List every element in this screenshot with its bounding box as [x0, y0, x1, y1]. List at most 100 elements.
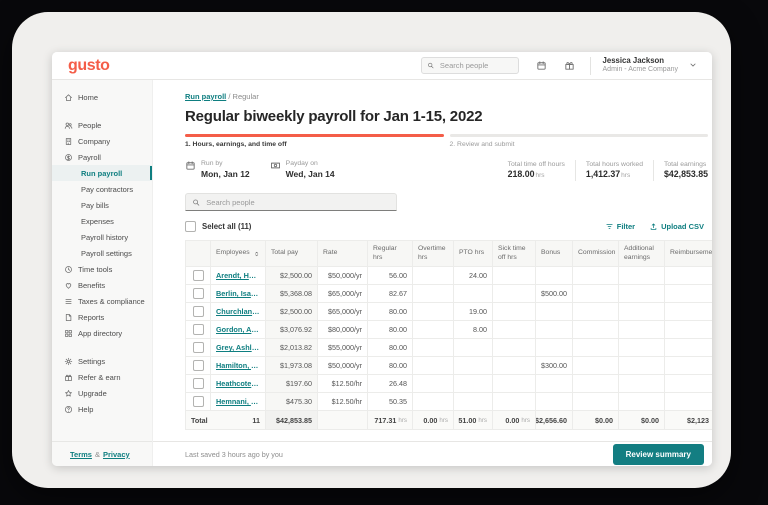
- sidebar-item-people[interactable]: People: [52, 117, 152, 133]
- cell: [665, 357, 712, 376]
- column-header-employees[interactable]: Employees: [211, 241, 266, 268]
- chevron-down-icon: [688, 60, 698, 70]
- table-row: Gordon, Albert $3,076.92$80,000/yr80.00 8.…: [186, 321, 712, 340]
- cell: [413, 285, 454, 304]
- row-checkbox[interactable]: [192, 306, 204, 318]
- select-all-checkbox[interactable]: [185, 221, 196, 233]
- employee-link[interactable]: Heathcote, Gio...: [216, 379, 260, 388]
- cell: [536, 267, 573, 286]
- sidebar-item-refer-earn[interactable]: Refer & earn: [52, 369, 152, 385]
- terms-link[interactable]: Terms: [70, 450, 92, 459]
- upgrade-icon: [64, 389, 73, 398]
- cell: [536, 375, 573, 394]
- employee-link[interactable]: Hamilton, Alex...: [216, 361, 260, 370]
- gift-icon: [564, 60, 575, 71]
- total-cell: 51.00 hrs: [454, 411, 493, 431]
- cell: $55,000/yr: [318, 339, 368, 358]
- total-label: Total: [191, 415, 208, 425]
- row-checkbox[interactable]: [192, 396, 204, 408]
- breadcrumb-run-payroll-link[interactable]: Run payroll: [185, 92, 226, 101]
- cell: [665, 393, 712, 412]
- sidebar-item-expenses[interactable]: Expenses: [52, 213, 152, 229]
- privacy-link[interactable]: Privacy: [103, 450, 130, 459]
- cell: 80.00: [368, 339, 413, 358]
- topbar-search[interactable]: [420, 57, 519, 74]
- cell: [413, 375, 454, 394]
- employee-link[interactable]: Arendt, Hannah: [216, 271, 260, 280]
- employee-link[interactable]: Hemnani, Romil: [216, 397, 260, 406]
- step-1-bar: [185, 134, 444, 137]
- employee-link[interactable]: Berlin, Isaiah: [216, 289, 260, 298]
- cell: $300.00: [536, 357, 573, 376]
- sidebar-item-help[interactable]: Help: [52, 401, 152, 417]
- cell: $3,076.92: [266, 321, 318, 340]
- cell: $197.60: [266, 375, 318, 394]
- table-search[interactable]: [185, 193, 397, 212]
- sidebar-item-label: Expenses: [81, 216, 114, 226]
- total-cell: $2,656.60: [536, 411, 573, 431]
- employee-link[interactable]: Gordon, Albert: [216, 325, 260, 334]
- total-unit: hrs: [439, 416, 448, 424]
- upload-icon: [649, 222, 658, 231]
- table-search-input[interactable]: [204, 196, 390, 208]
- total-value: $0.00: [641, 415, 659, 425]
- row-checkbox[interactable]: [192, 342, 204, 354]
- row-checkbox[interactable]: [192, 270, 204, 282]
- row-checkbox[interactable]: [192, 360, 204, 372]
- user-role: Admin - Acme Company: [602, 65, 678, 73]
- sidebar-item-taxes-compliance[interactable]: Taxes & compliance: [52, 293, 152, 309]
- sidebar-item-pay-contractors[interactable]: Pay contractors: [52, 181, 152, 197]
- sidebar-item-reports[interactable]: Reports: [52, 309, 152, 325]
- topbar-search-input[interactable]: [437, 60, 513, 71]
- sidebar-item-label: Payroll: [78, 152, 101, 162]
- cell: 8.00: [454, 321, 493, 340]
- user-menu[interactable]: Jessica Jackson Admin - Acme Company: [603, 56, 698, 74]
- employee-link[interactable]: Churchland, Pa...: [216, 307, 260, 316]
- sidebar-item-company[interactable]: Company: [52, 133, 152, 149]
- cell: 19.00: [454, 303, 493, 322]
- table-total-row: Total 11 $42,853.85 717.31 hrs 0.00 hrs 51.00 hr…: [186, 411, 712, 431]
- row-checkbox[interactable]: [192, 378, 204, 390]
- cell: $1,973.08: [266, 357, 318, 376]
- sidebar-item-payroll-history[interactable]: Payroll history: [52, 229, 152, 245]
- sidebar-item-time-tools[interactable]: Time tools: [52, 261, 152, 277]
- filter-button[interactable]: Filter: [605, 222, 635, 231]
- cell: 56.00: [368, 267, 413, 286]
- column-header-commission: Commission: [573, 241, 619, 268]
- time-icon: [64, 265, 73, 274]
- taxes-icon: [64, 297, 73, 306]
- stat-label: Total hours worked: [585, 161, 643, 168]
- review-summary-button[interactable]: Review summary: [612, 443, 704, 465]
- total-unit: hrs: [521, 416, 530, 424]
- row-checkbox-cell: [186, 267, 211, 286]
- gift-button[interactable]: [564, 60, 575, 71]
- step-1-hours-earnings[interactable]: 1. Hours, earnings, and time off: [185, 134, 444, 148]
- row-checkbox[interactable]: [192, 324, 204, 336]
- sidebar-item-run-payroll[interactable]: Run payroll: [52, 165, 152, 181]
- help-icon: [64, 405, 73, 414]
- cell: $65,000/yr: [318, 285, 368, 304]
- total-unit: hrs: [478, 416, 487, 424]
- row-checkbox[interactable]: [192, 288, 204, 300]
- cell: [454, 285, 493, 304]
- sidebar-item-benefits[interactable]: Benefits: [52, 277, 152, 293]
- sidebar-item-settings[interactable]: Settings: [52, 353, 152, 369]
- step-2-review-submit[interactable]: 2. Review and submit: [449, 134, 708, 148]
- sidebar-item-label: App directory: [78, 328, 123, 338]
- sidebar-item-app-directory[interactable]: App directory: [52, 325, 152, 341]
- sidebar-item-payroll[interactable]: Payroll: [52, 149, 152, 165]
- sidebar-item-upgrade[interactable]: Upgrade: [52, 385, 152, 401]
- row-checkbox-cell: [186, 357, 211, 376]
- calendar-button[interactable]: [536, 60, 547, 71]
- sidebar-item-payroll-settings[interactable]: Payroll settings: [52, 245, 152, 261]
- sidebar-item-home[interactable]: Home: [52, 89, 152, 105]
- upload-csv-button[interactable]: Upload CSV: [649, 222, 704, 231]
- cell: [454, 339, 493, 358]
- employee-link[interactable]: Grey, Ashlan: [216, 343, 260, 352]
- sidebar-item-pay-bills[interactable]: Pay bills: [52, 197, 152, 213]
- table-row: Grey, Ashlan $2,013.82 $55,000/yr 80.00: [186, 339, 712, 358]
- company-icon: [64, 137, 73, 146]
- cell: [413, 321, 454, 340]
- table-row: Berlin, Isaiah $5,368.08 $65,000/yr 82.67 $5…: [186, 285, 712, 304]
- run-by-value: Mon, Jan 12: [201, 168, 250, 179]
